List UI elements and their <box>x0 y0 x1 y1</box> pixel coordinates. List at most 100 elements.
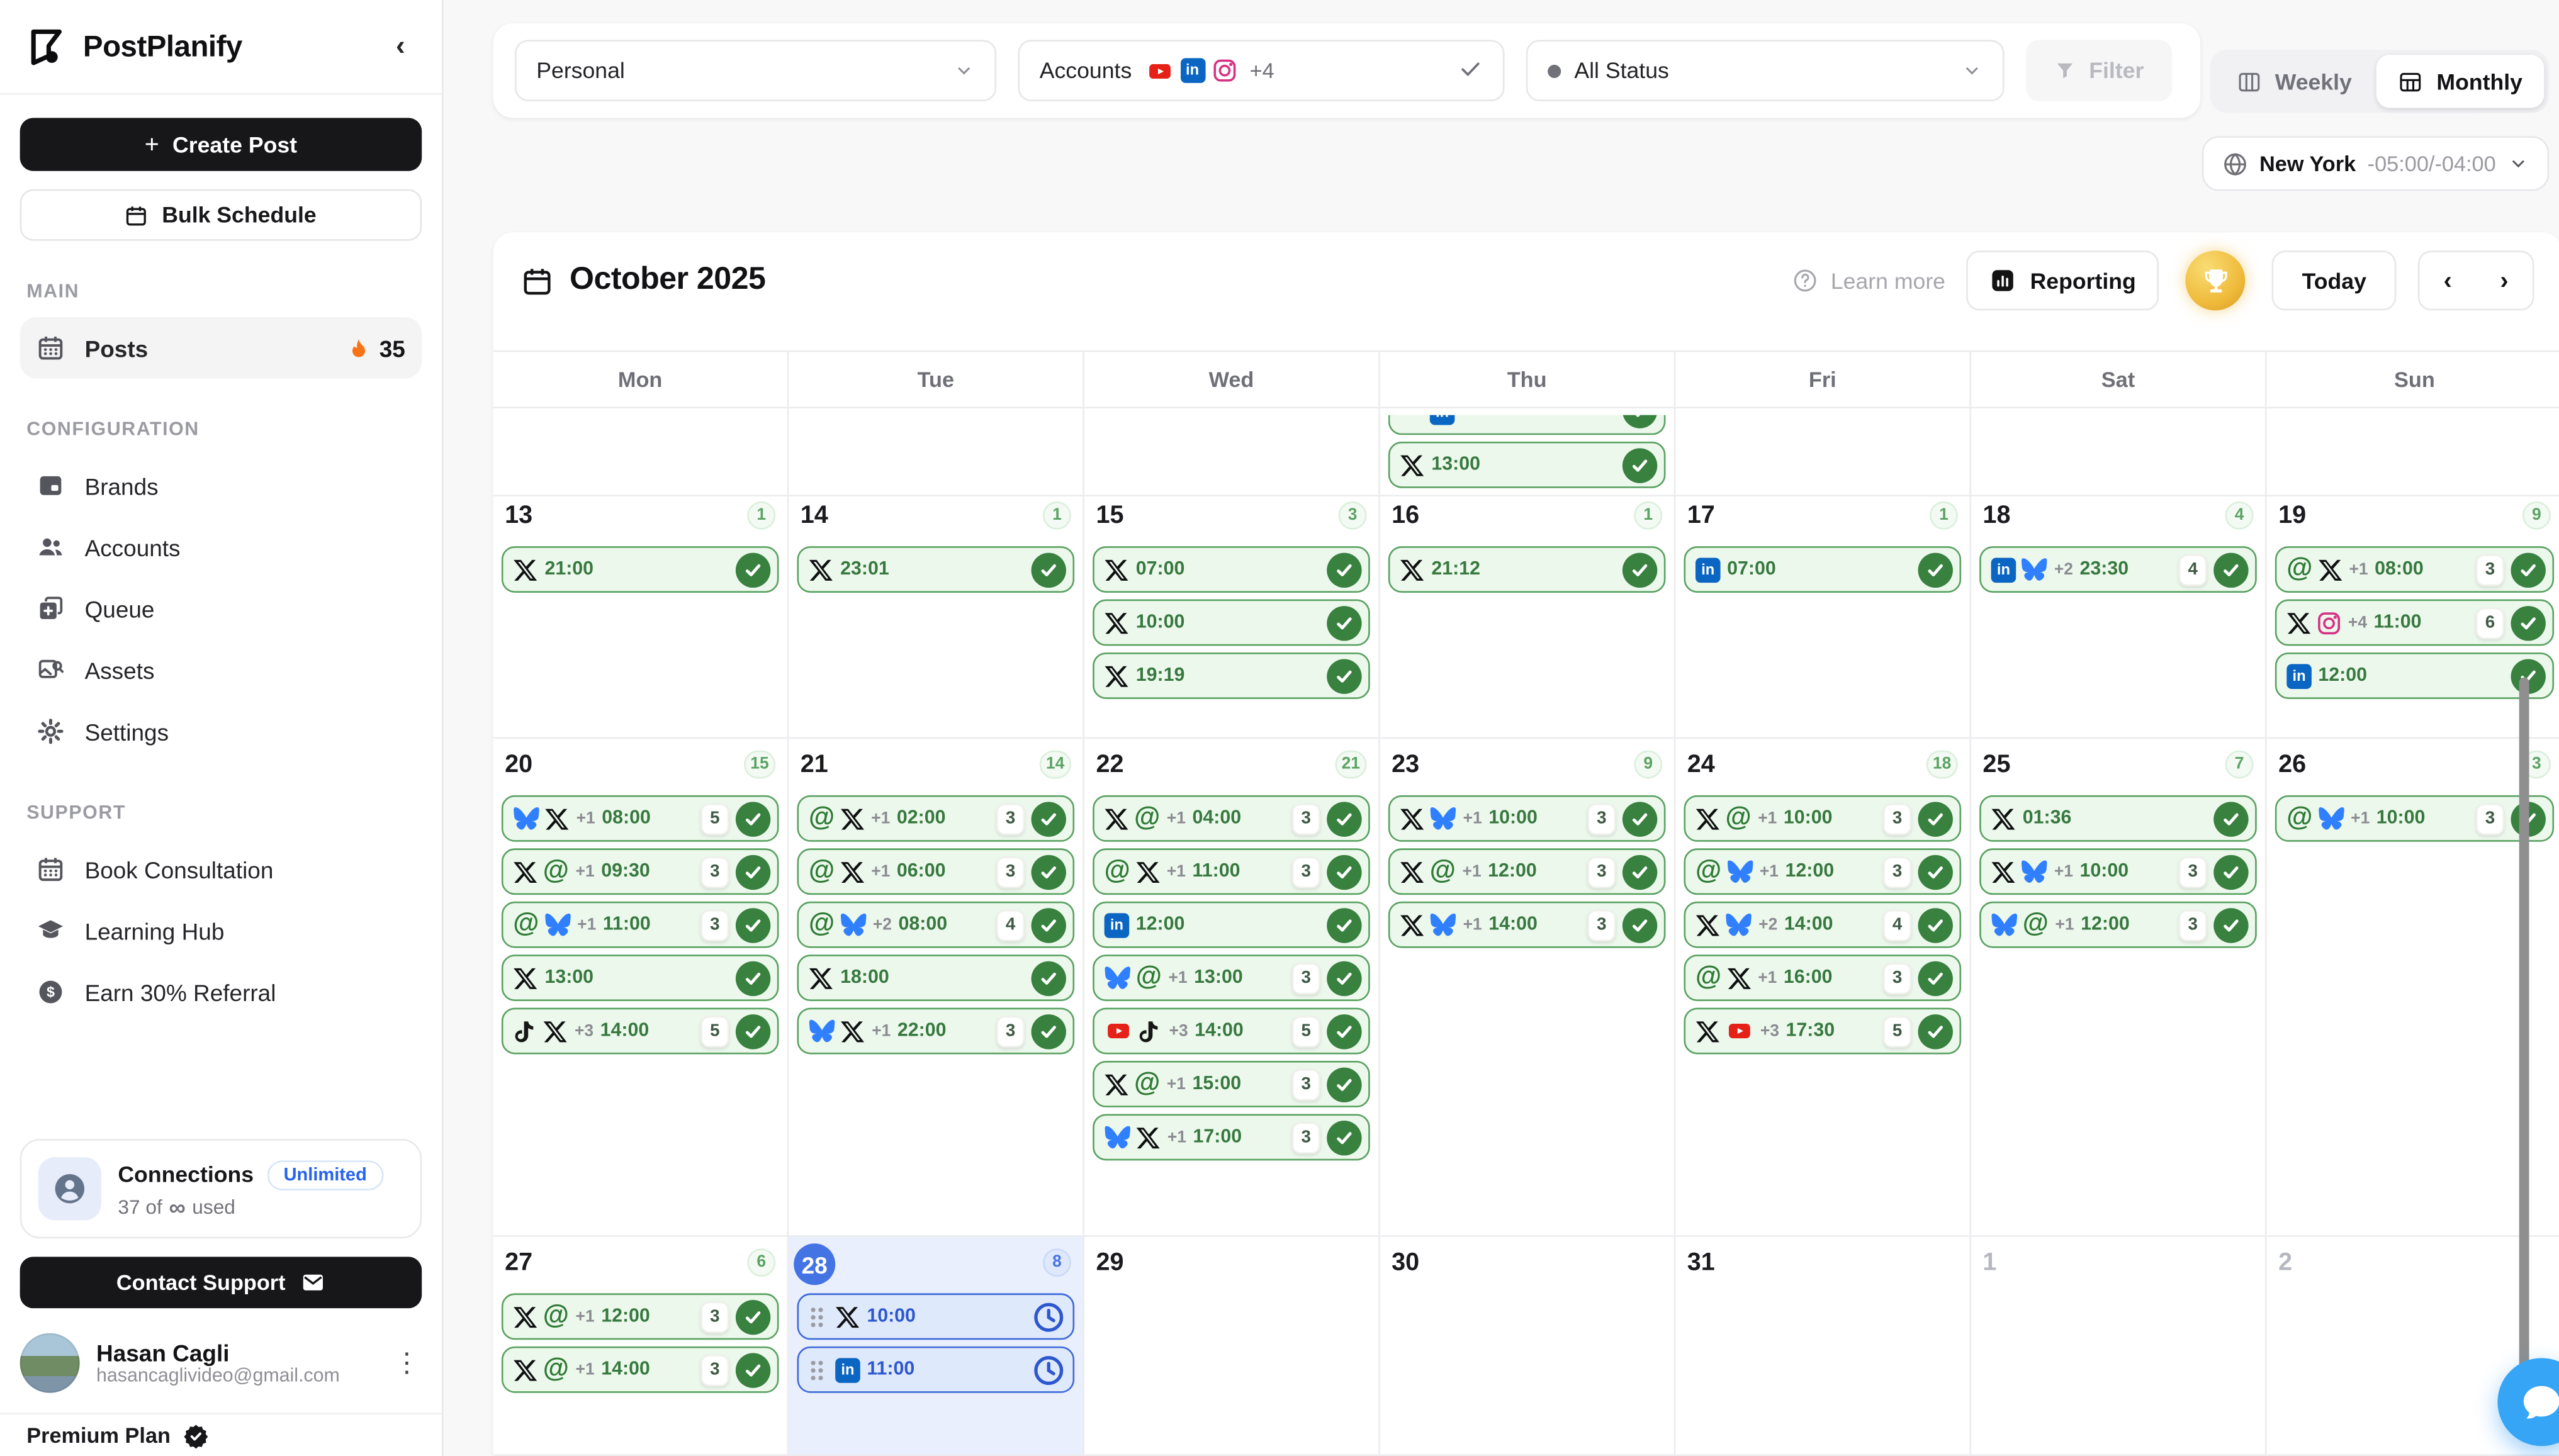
event-pill[interactable]: @ +2 08:00 4 <box>797 902 1075 948</box>
event-pill[interactable]: @ +1 10:00 3 <box>2275 795 2554 842</box>
filter-button[interactable]: Filter <box>2026 40 2172 101</box>
event-pill[interactable]: +1 08:00 5 <box>502 795 779 842</box>
day-cell-28[interactable]: 28 8 10:00 in 11:00 <box>789 1237 1084 1456</box>
event-pill[interactable]: @ +1 12:00 3 <box>502 1293 779 1340</box>
day-cell[interactable] <box>1971 408 2267 496</box>
next-month-icon[interactable]: › <box>2476 266 2533 294</box>
sidebar-item-brands[interactable]: Brands <box>20 455 422 517</box>
day-cell-18[interactable]: 18 4 in +2 23:30 4 <box>1971 490 2267 739</box>
day-cell-20[interactable]: 20 15 +1 08:00 5 @ +1 09:30 3 @ +1 11:00… <box>493 739 789 1237</box>
event-pill[interactable]: in 12:00 <box>1093 902 1370 948</box>
day-cell-27[interactable]: 27 6 @ +1 12:00 3 @ +1 14:00 3 <box>493 1237 789 1456</box>
event-pill[interactable]: @ +1 16:00 3 <box>1684 955 1961 1001</box>
event-pill[interactable]: @ +1 11:00 3 <box>502 902 779 948</box>
event-pill[interactable]: 10:00 <box>797 1293 1075 1340</box>
day-cell-30[interactable]: 30 <box>1380 1237 1676 1456</box>
event-pill[interactable]: 21:00 <box>502 546 779 593</box>
event-pill[interactable]: 23:01 <box>797 546 1075 593</box>
day-cell[interactable] <box>789 408 1084 496</box>
timezone-select[interactable]: New York -05:00/-04:00 <box>2202 136 2549 191</box>
event-pill[interactable]: +4 11:00 6 <box>2275 600 2554 646</box>
day-cell-14[interactable]: 14 1 23:01 <box>789 490 1084 739</box>
event-pill[interactable]: 10:00 <box>1093 600 1370 646</box>
event-pill[interactable]: @ +1 02:00 3 <box>797 795 1075 842</box>
sidebar-collapse-icon[interactable]: ‹ <box>386 30 415 63</box>
event-pill[interactable]: in 12:00 <box>2275 652 2554 699</box>
day-cell-21[interactable]: 21 14 @ +1 02:00 3 @ +1 06:00 3 @ +2 08:… <box>789 739 1084 1237</box>
day-cell-1[interactable]: 1 <box>1971 1237 2267 1456</box>
drag-handle-icon[interactable] <box>809 1304 824 1330</box>
day-cell-23[interactable]: 23 9 +1 10:00 3 @ +1 12:00 3 +1 14:00 3 <box>1380 739 1676 1237</box>
sidebar-item-earn-30-referral[interactable]: $ Earn 30% Referral <box>20 961 422 1023</box>
day-cell-17[interactable]: 17 1 in 07:00 <box>1675 490 1971 739</box>
day-cell[interactable] <box>2267 408 2559 496</box>
vertical-scrollbar[interactable] <box>2519 678 2529 1408</box>
sidebar-item-book-consultation[interactable]: Book Consultation <box>20 838 422 900</box>
event-pill[interactable]: @ +1 11:00 3 <box>1093 848 1370 895</box>
event-pill[interactable]: 13:00 <box>1388 442 1666 488</box>
event-pill[interactable]: 01:36 <box>1979 795 2257 842</box>
clipped-event-pill[interactable]: in <box>1388 415 1666 435</box>
day-cell-26[interactable]: 26 3 @ +1 10:00 3 <box>2267 739 2559 1237</box>
drag-handle-icon[interactable] <box>809 1357 824 1382</box>
sidebar-item-accounts[interactable]: Accounts <box>20 517 422 578</box>
day-cell-25[interactable]: 25 7 01:36 +1 10:00 3 @ +1 12:00 3 <box>1971 739 2267 1237</box>
today-button[interactable]: Today <box>2272 250 2396 310</box>
sidebar-item-settings[interactable]: Settings <box>20 700 422 762</box>
learn-more-link[interactable]: Learn more <box>1792 267 1945 294</box>
tab-weekly[interactable]: Weekly <box>2215 55 2373 108</box>
prev-month-icon[interactable]: ‹ <box>2419 266 2476 294</box>
user-profile[interactable]: Hasan Cagli hasancaglivideo@gmail.com ⋮ <box>20 1333 422 1393</box>
event-pill[interactable]: 18:00 <box>797 955 1075 1001</box>
event-pill[interactable]: @ +1 12:00 3 <box>1684 848 1961 895</box>
day-cell[interactable]: in 13:00 <box>1380 408 1676 496</box>
kebab-menu-icon[interactable]: ⋮ <box>393 1347 422 1380</box>
event-pill[interactable]: 13:00 <box>502 955 779 1001</box>
day-cell[interactable] <box>1084 408 1380 496</box>
day-cell[interactable] <box>493 408 789 496</box>
event-pill[interactable]: @ +1 15:00 3 <box>1093 1061 1370 1107</box>
event-pill[interactable]: in 11:00 <box>797 1347 1075 1393</box>
event-pill[interactable]: +3 14:00 5 <box>502 1008 779 1055</box>
event-pill[interactable]: 07:00 <box>1093 546 1370 593</box>
event-pill[interactable]: @ +1 13:00 3 <box>1093 955 1370 1001</box>
sidebar-item-learning-hub[interactable]: Learning Hub <box>20 900 422 961</box>
event-pill[interactable]: @ +1 04:00 3 <box>1093 795 1370 842</box>
status-select[interactable]: All Status <box>1526 40 2005 101</box>
event-pill[interactable]: +1 10:00 3 <box>1388 795 1666 842</box>
event-pill[interactable]: @ +1 14:00 3 <box>502 1347 779 1393</box>
day-cell-16[interactable]: 16 1 21:12 <box>1380 490 1676 739</box>
accounts-select[interactable]: Accounts in +4 <box>1018 40 1504 101</box>
day-cell-29[interactable]: 29 <box>1084 1237 1380 1456</box>
workspace-select[interactable]: Personal <box>515 40 996 101</box>
day-cell-22[interactable]: 22 21 @ +1 04:00 3 @ +1 11:00 3 in 12:00… <box>1084 739 1380 1237</box>
day-cell-24[interactable]: 24 18 @ +1 10:00 3 @ +1 12:00 3 +2 14:00… <box>1675 739 1971 1237</box>
connections-card[interactable]: Connections Unlimited 37 of ∞ used <box>20 1139 422 1238</box>
day-cell-15[interactable]: 15 3 07:00 10:00 19:19 <box>1084 490 1380 739</box>
event-pill[interactable]: +1 10:00 3 <box>1979 848 2257 895</box>
event-pill[interactable]: +1 22:00 3 <box>797 1008 1075 1055</box>
sidebar-item-assets[interactable]: Assets <box>20 639 422 701</box>
event-pill[interactable]: 21:12 <box>1388 546 1666 593</box>
event-pill[interactable]: +2 14:00 4 <box>1684 902 1961 948</box>
bulk-schedule-button[interactable]: Bulk Schedule <box>20 189 422 241</box>
day-cell-31[interactable]: 31 <box>1675 1237 1971 1456</box>
sidebar-item-queue[interactable]: Queue <box>20 578 422 639</box>
event-pill[interactable]: @ +1 08:00 3 <box>2275 546 2554 593</box>
gamification-trophy-button[interactable] <box>2186 250 2246 310</box>
event-pill[interactable]: +3 14:00 5 <box>1093 1008 1370 1055</box>
event-pill[interactable]: in +2 23:30 4 <box>1979 546 2257 593</box>
event-pill[interactable]: @ +1 09:30 3 <box>502 848 779 895</box>
day-cell-13[interactable]: 13 1 21:00 <box>493 490 789 739</box>
event-pill[interactable]: @ +1 06:00 3 <box>797 848 1075 895</box>
event-pill[interactable]: in 07:00 <box>1684 546 1961 593</box>
event-pill[interactable]: @ +1 12:00 3 <box>1979 902 2257 948</box>
create-post-button[interactable]: + Create Post <box>20 118 422 171</box>
event-pill[interactable]: @ +1 12:00 3 <box>1388 848 1666 895</box>
event-pill[interactable]: @ +1 10:00 3 <box>1684 795 1961 842</box>
event-pill[interactable]: +1 17:00 3 <box>1093 1114 1370 1160</box>
reporting-button[interactable]: Reporting <box>1967 250 2159 310</box>
day-cell[interactable] <box>1675 408 1971 496</box>
event-pill[interactable]: 19:19 <box>1093 652 1370 699</box>
contact-support-button[interactable]: Contact Support <box>20 1257 422 1308</box>
